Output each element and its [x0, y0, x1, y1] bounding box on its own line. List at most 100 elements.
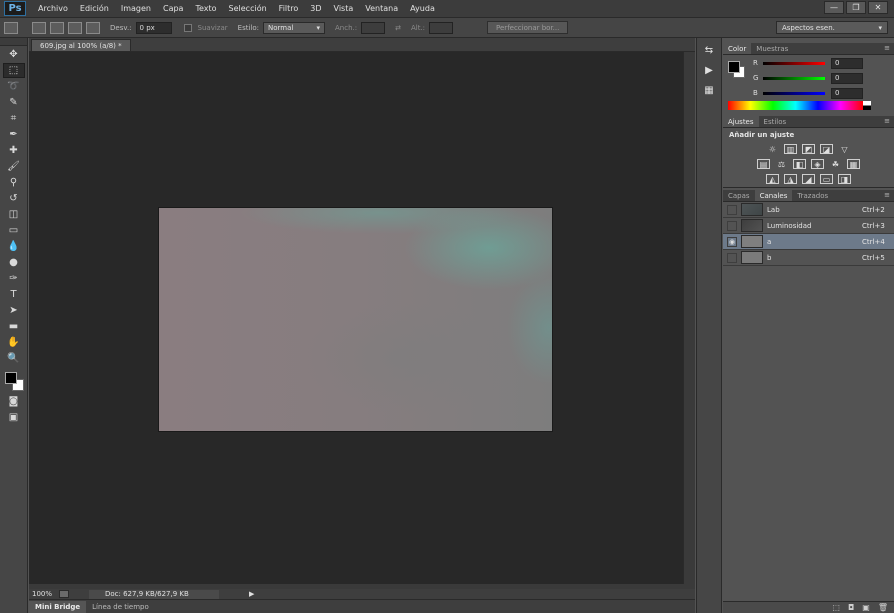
workspace-select[interactable]: Aspectos esen. ▾ — [776, 21, 888, 34]
color-swatches[interactable] — [3, 370, 25, 392]
rectangular-marquee-tool-icon[interactable]: ⬚ — [2, 63, 25, 78]
menu-3d[interactable]: 3D — [304, 4, 327, 13]
tab-adjustments[interactable]: Ajustes — [723, 116, 759, 127]
canvas-background[interactable] — [29, 52, 683, 584]
subtract-selection-icon[interactable] — [68, 21, 82, 34]
lasso-tool-icon[interactable]: ➰ — [3, 79, 25, 94]
history-brush-tool-icon[interactable]: ↺ — [3, 191, 25, 206]
quick-selection-tool-icon[interactable]: ✎ — [3, 95, 25, 110]
curves-icon[interactable]: ◩ — [802, 144, 815, 154]
green-value[interactable]: 0 — [831, 72, 863, 84]
blue-slider[interactable] — [763, 91, 825, 95]
tab-paths[interactable]: Trazados — [792, 190, 833, 201]
screen-mode-icon[interactable]: ▣ — [3, 410, 25, 425]
actions-panel-icon[interactable]: ▶ — [700, 62, 718, 78]
tab-color[interactable]: Color — [723, 43, 752, 54]
red-value[interactable]: 0 — [831, 57, 863, 69]
info-panel-icon[interactable]: ▦ — [700, 82, 718, 98]
add-selection-icon[interactable] — [50, 21, 64, 34]
swap-icon[interactable]: ⇄ — [395, 24, 401, 32]
channel-row-luminosity[interactable]: Luminosidad Ctrl+3 — [723, 218, 894, 234]
new-selection-icon[interactable] — [32, 21, 46, 34]
red-slider[interactable] — [763, 61, 825, 65]
menu-imagen[interactable]: Imagen — [115, 4, 157, 13]
exposure-icon[interactable]: ◪ — [820, 144, 833, 154]
menu-ayuda[interactable]: Ayuda — [404, 4, 441, 13]
healing-brush-tool-icon[interactable]: ✚ — [3, 143, 25, 158]
posterize-icon[interactable]: ◮ — [784, 174, 797, 184]
tab-styles[interactable]: Estilos — [759, 116, 792, 127]
restore-button[interactable]: ❐ — [846, 1, 866, 14]
blur-tool-icon[interactable]: 💧 — [3, 239, 25, 254]
vibrance-icon[interactable]: ▽ — [838, 144, 851, 154]
quick-mask-icon[interactable]: ◙ — [3, 394, 25, 409]
menu-texto[interactable]: Texto — [189, 4, 222, 13]
eye-icon[interactable]: ◉ — [727, 236, 737, 247]
new-channel-icon[interactable]: ▣ — [862, 603, 870, 612]
gradient-map-icon[interactable]: ▭ — [820, 174, 833, 184]
menu-filtro[interactable]: Filtro — [273, 4, 305, 13]
clone-stamp-tool-icon[interactable]: ⚲ — [3, 175, 25, 190]
document-info[interactable]: Doc: 627,9 KB/627,9 KB — [89, 589, 219, 599]
history-panel-icon[interactable]: ⇆ — [700, 42, 718, 58]
selective-color-icon[interactable]: ◨ — [838, 174, 851, 184]
intersect-selection-icon[interactable] — [86, 21, 100, 34]
tab-timeline[interactable]: Línea de tiempo — [86, 601, 155, 613]
feather-input[interactable]: 0 px — [135, 21, 172, 34]
photo-filter-icon[interactable]: ◈ — [811, 159, 824, 169]
vertical-scrollbar[interactable] — [683, 52, 695, 584]
type-tool-icon[interactable]: T — [3, 287, 25, 302]
tab-swatches[interactable]: Muestras — [751, 43, 793, 54]
invert-icon[interactable]: ◭ — [766, 174, 779, 184]
color-foreground-swatch[interactable] — [728, 61, 740, 73]
eraser-tool-icon[interactable]: ◫ — [3, 207, 25, 222]
channel-row-lab[interactable]: Lab Ctrl+2 — [723, 202, 894, 218]
menu-edicion[interactable]: Edición — [74, 4, 115, 13]
channel-row-a[interactable]: ◉ a Ctrl+4 — [723, 234, 894, 250]
panel-menu-icon[interactable]: ≡ — [884, 117, 890, 125]
close-button[interactable]: ✕ — [868, 1, 888, 14]
menu-vista[interactable]: Vista — [328, 4, 360, 13]
tools-grip[interactable] — [0, 38, 27, 46]
menu-seleccion[interactable]: Selección — [223, 4, 273, 13]
height-input[interactable] — [429, 21, 454, 34]
dodge-tool-icon[interactable]: ● — [3, 255, 25, 270]
minimize-button[interactable]: — — [824, 1, 844, 14]
tab-layers[interactable]: Capas — [723, 190, 755, 201]
save-selection-icon[interactable]: ◘ — [848, 603, 854, 612]
hue-saturation-icon[interactable]: ▤ — [757, 159, 770, 169]
marquee-tool-preset-icon[interactable] — [4, 21, 18, 34]
foreground-color-swatch[interactable] — [4, 372, 17, 384]
channel-row-b[interactable]: b Ctrl+5 — [723, 250, 894, 266]
zoom-tool-icon[interactable]: 🔍 — [3, 351, 25, 366]
style-select[interactable]: Normal ▾ — [263, 21, 325, 34]
visibility-toggle-icon[interactable] — [727, 204, 737, 215]
status-menu-arrow-icon[interactable]: ▶ — [249, 590, 254, 598]
pen-tool-icon[interactable]: ✑ — [3, 271, 25, 286]
black-white-ramp[interactable] — [863, 101, 871, 110]
levels-icon[interactable]: ▥ — [784, 144, 797, 154]
hand-tool-icon[interactable]: ✋ — [3, 335, 25, 350]
eyedropper-tool-icon[interactable]: ✒ — [3, 127, 25, 142]
menu-ventana[interactable]: Ventana — [359, 4, 404, 13]
crop-tool-icon[interactable]: ⌗ — [3, 111, 25, 126]
brush-tool-icon[interactable]: 🖌 — [3, 159, 25, 174]
path-selection-tool-icon[interactable]: ➤ — [3, 303, 25, 318]
menu-capa[interactable]: Capa — [157, 4, 189, 13]
tab-mini-bridge[interactable]: Mini Bridge — [29, 600, 87, 613]
color-lookup-icon[interactable]: ▦ — [847, 159, 860, 169]
visibility-toggle-icon[interactable] — [727, 220, 737, 231]
blue-value[interactable]: 0 — [831, 87, 863, 99]
panel-menu-icon[interactable]: ≡ — [884, 191, 890, 199]
tab-channels[interactable]: Canales — [754, 190, 793, 201]
status-info-icon[interactable] — [59, 590, 69, 598]
smooth-checkbox[interactable] — [183, 23, 192, 32]
document-tab[interactable]: 609.jpg al 100% (a/8) * — [31, 39, 131, 51]
rectangle-tool-icon[interactable]: ▬ — [3, 319, 25, 334]
load-selection-icon[interactable]: ⬚ — [832, 603, 840, 612]
threshold-icon[interactable]: ◢ — [802, 174, 815, 184]
color-spectrum[interactable] — [728, 101, 863, 110]
menu-archivo[interactable]: Archivo — [32, 4, 74, 13]
channel-mixer-icon[interactable]: ☘ — [829, 159, 842, 169]
panel-menu-icon[interactable]: ≡ — [884, 44, 890, 52]
